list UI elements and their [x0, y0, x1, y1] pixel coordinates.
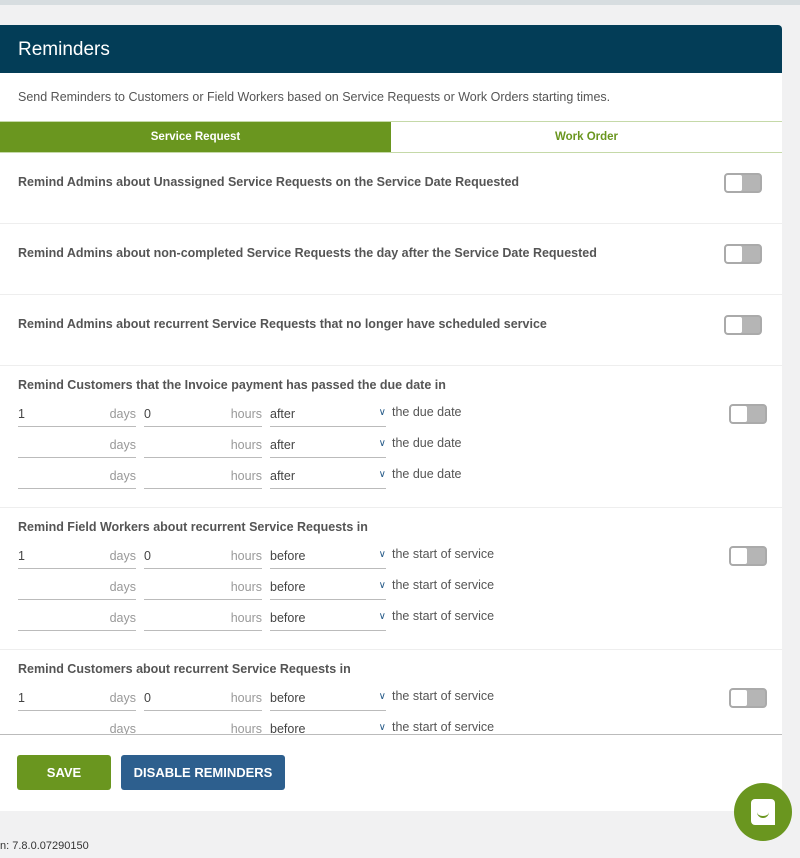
hours-unit: hours	[230, 722, 262, 735]
when-select[interactable]: before ∨	[270, 691, 386, 711]
group-title: Remind Field Workers about recurrent Ser…	[18, 520, 368, 534]
disable-reminders-button[interactable]: DISABLE REMINDERS	[121, 755, 285, 790]
reminder-group: Remind Field Workers about recurrent Ser…	[0, 508, 782, 650]
hours-input[interactable]: hours	[144, 611, 262, 631]
when-select[interactable]: after ∨	[270, 407, 386, 427]
when-select[interactable]: before ∨	[270, 722, 386, 734]
chevron-down-icon: ∨	[378, 407, 386, 418]
chevron-down-icon: ∨	[378, 469, 386, 480]
days-input[interactable]: days	[18, 722, 136, 735]
reference-label: the due date	[392, 436, 462, 450]
reminder-toggle[interactable]	[729, 404, 767, 424]
tab-work-order[interactable]: Work Order	[391, 122, 782, 152]
hours-input[interactable]: 0 hours	[144, 691, 262, 711]
hours-unit: hours	[230, 611, 262, 625]
when-select[interactable]: before ∨	[270, 580, 386, 600]
hours-unit: hours	[230, 691, 262, 705]
chevron-down-icon: ∨	[378, 580, 386, 591]
when-select[interactable]: before ∨	[270, 611, 386, 631]
reminder-group: Remind Customers about recurrent Service…	[0, 650, 782, 735]
reference-label: the start of service	[392, 578, 495, 592]
hours-input[interactable]: hours	[144, 580, 262, 600]
chevron-down-icon: ∨	[378, 691, 386, 702]
reminders-card: Reminders Send Reminders to Customers or…	[0, 25, 782, 811]
hours-input[interactable]: hours	[144, 469, 262, 489]
reference-label: the start of service	[392, 609, 495, 623]
chevron-down-icon: ∨	[378, 438, 386, 449]
days-unit: days	[109, 691, 136, 705]
reminder-line: 1 days 0 hours after ∨ the due date	[18, 396, 764, 427]
reminder-line: 1 days 0 hours before ∨ the start of servic…	[18, 680, 764, 711]
days-unit: days	[109, 611, 136, 625]
days-unit: days	[109, 407, 136, 421]
days-input[interactable]: 1 days	[18, 691, 136, 711]
reference-label: the start of service	[392, 720, 495, 734]
days-unit: days	[109, 722, 136, 735]
days-input[interactable]: days	[18, 580, 136, 600]
when-select[interactable]: after ∨	[270, 469, 386, 489]
reminder-row: Remind Admins about recurrent Service Re…	[0, 295, 782, 366]
days-input[interactable]: days	[18, 611, 136, 631]
chat-button[interactable]	[734, 783, 792, 841]
hours-input[interactable]: hours	[144, 722, 262, 735]
chevron-down-icon: ∨	[378, 549, 386, 560]
reminder-toggle[interactable]	[724, 244, 762, 264]
hours-unit: hours	[230, 469, 262, 483]
reminder-line: 1 days 0 hours before ∨ the start of servic…	[18, 538, 764, 569]
reference-label: the start of service	[392, 689, 495, 703]
days-unit: days	[109, 438, 136, 452]
reminder-toggle[interactable]	[724, 173, 762, 193]
reminder-group: Remind Customers that the Invoice paymen…	[0, 366, 782, 508]
chevron-down-icon: ∨	[378, 722, 386, 733]
reference-label: the due date	[392, 405, 462, 419]
days-unit: days	[109, 469, 136, 483]
reminder-line: days hours after ∨ the due date	[18, 427, 764, 458]
hours-input[interactable]: 0 hours	[144, 407, 262, 427]
reminder-toggle[interactable]	[724, 315, 762, 335]
reminder-row: Remind Admins about Unassigned Service R…	[0, 153, 782, 224]
save-button[interactable]: SAVE	[17, 755, 111, 790]
reminders-list[interactable]: Remind Admins about Unassigned Service R…	[0, 153, 782, 735]
hours-unit: hours	[230, 438, 262, 452]
group-title: Remind Customers that the Invoice paymen…	[18, 378, 446, 392]
chat-icon	[751, 799, 775, 825]
reminder-line: days hours after ∨ the due date	[18, 458, 764, 489]
group-title: Remind Customers about recurrent Service…	[18, 662, 351, 676]
when-select[interactable]: before ∨	[270, 549, 386, 569]
action-bar: SAVE DISABLE REMINDERS	[0, 735, 782, 810]
hours-input[interactable]: hours	[144, 438, 262, 458]
reminder-toggle[interactable]	[729, 546, 767, 566]
page-title: Reminders	[0, 25, 782, 73]
description: Send Reminders to Customers or Field Wor…	[18, 90, 611, 104]
days-unit: days	[109, 580, 136, 594]
reminder-line: days hours before ∨ the start of service	[18, 569, 764, 600]
top-bar	[0, 0, 800, 5]
days-input[interactable]: days	[18, 469, 136, 489]
days-input[interactable]: 1 days	[18, 407, 136, 427]
hours-input[interactable]: 0 hours	[144, 549, 262, 569]
reminder-label: Remind Admins about Unassigned Service R…	[18, 175, 520, 189]
days-unit: days	[109, 549, 136, 563]
chevron-down-icon: ∨	[378, 611, 386, 622]
hours-unit: hours	[230, 407, 262, 421]
reminder-line: days hours before ∨ the start of service	[18, 600, 764, 631]
hours-unit: hours	[230, 549, 262, 563]
days-input[interactable]: 1 days	[18, 549, 136, 569]
reminder-label: Remind Admins about non-completed Servic…	[18, 246, 597, 260]
reminder-label: Remind Admins about recurrent Service Re…	[18, 317, 547, 331]
tab-service-request[interactable]: Service Request	[0, 122, 391, 152]
reminder-row: Remind Admins about non-completed Servic…	[0, 224, 782, 295]
when-select[interactable]: after ∨	[270, 438, 386, 458]
version-text: n: 7.8.0.07290150	[0, 840, 89, 852]
hours-unit: hours	[230, 580, 262, 594]
reminder-toggle[interactable]	[729, 688, 767, 708]
reference-label: the start of service	[392, 547, 495, 561]
tabs: Service Request Work Order	[0, 121, 782, 153]
reminder-line: days hours before ∨ the start of service	[18, 711, 764, 735]
reference-label: the due date	[392, 467, 462, 481]
days-input[interactable]: days	[18, 438, 136, 458]
